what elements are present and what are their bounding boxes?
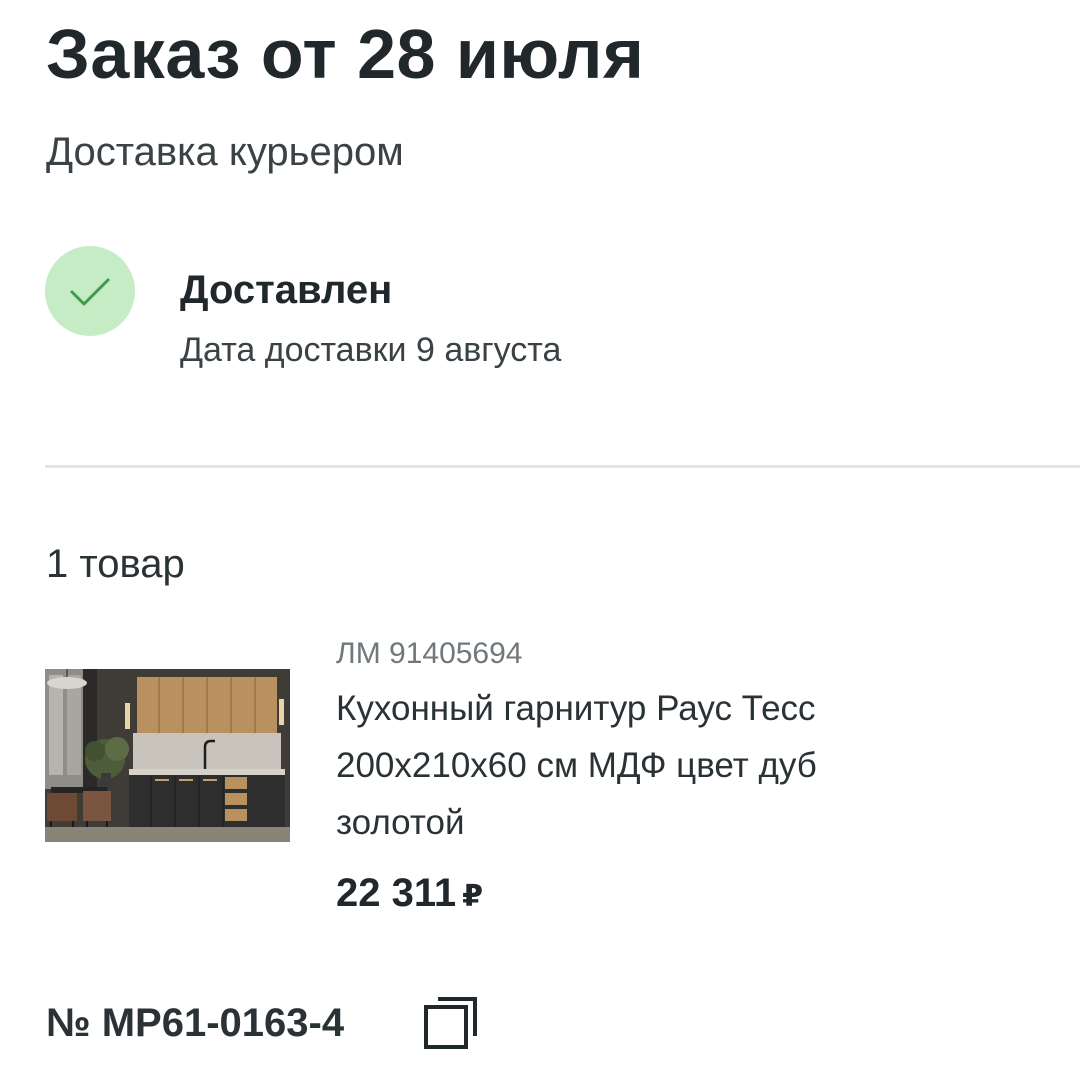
currency-symbol: ₽	[462, 880, 484, 913]
delivery-date: Дата доставки 9 августа	[180, 331, 562, 369]
copy-icon	[424, 997, 477, 1049]
product-image[interactable]	[45, 669, 290, 842]
order-number: № МР61-0163-4	[46, 1001, 345, 1045]
product-name[interactable]: Кухонный гарнитур Раус Тесс 200x210x60 с…	[336, 680, 936, 851]
price-value: 22 311	[336, 871, 457, 915]
check-icon	[70, 278, 110, 306]
divider	[45, 465, 1080, 468]
delivery-method: Доставка курьером	[46, 130, 404, 174]
status-badge	[45, 246, 135, 336]
status-title: Доставлен	[180, 268, 393, 312]
kitchen-set-photo	[45, 669, 290, 842]
product-price: 22 311 ₽	[336, 867, 483, 923]
copy-button[interactable]	[418, 988, 488, 1058]
product-sku: ЛМ 91405694	[336, 637, 523, 670]
page-title: Заказ от 28 июля	[46, 15, 645, 93]
items-count: 1 товар	[46, 542, 185, 586]
